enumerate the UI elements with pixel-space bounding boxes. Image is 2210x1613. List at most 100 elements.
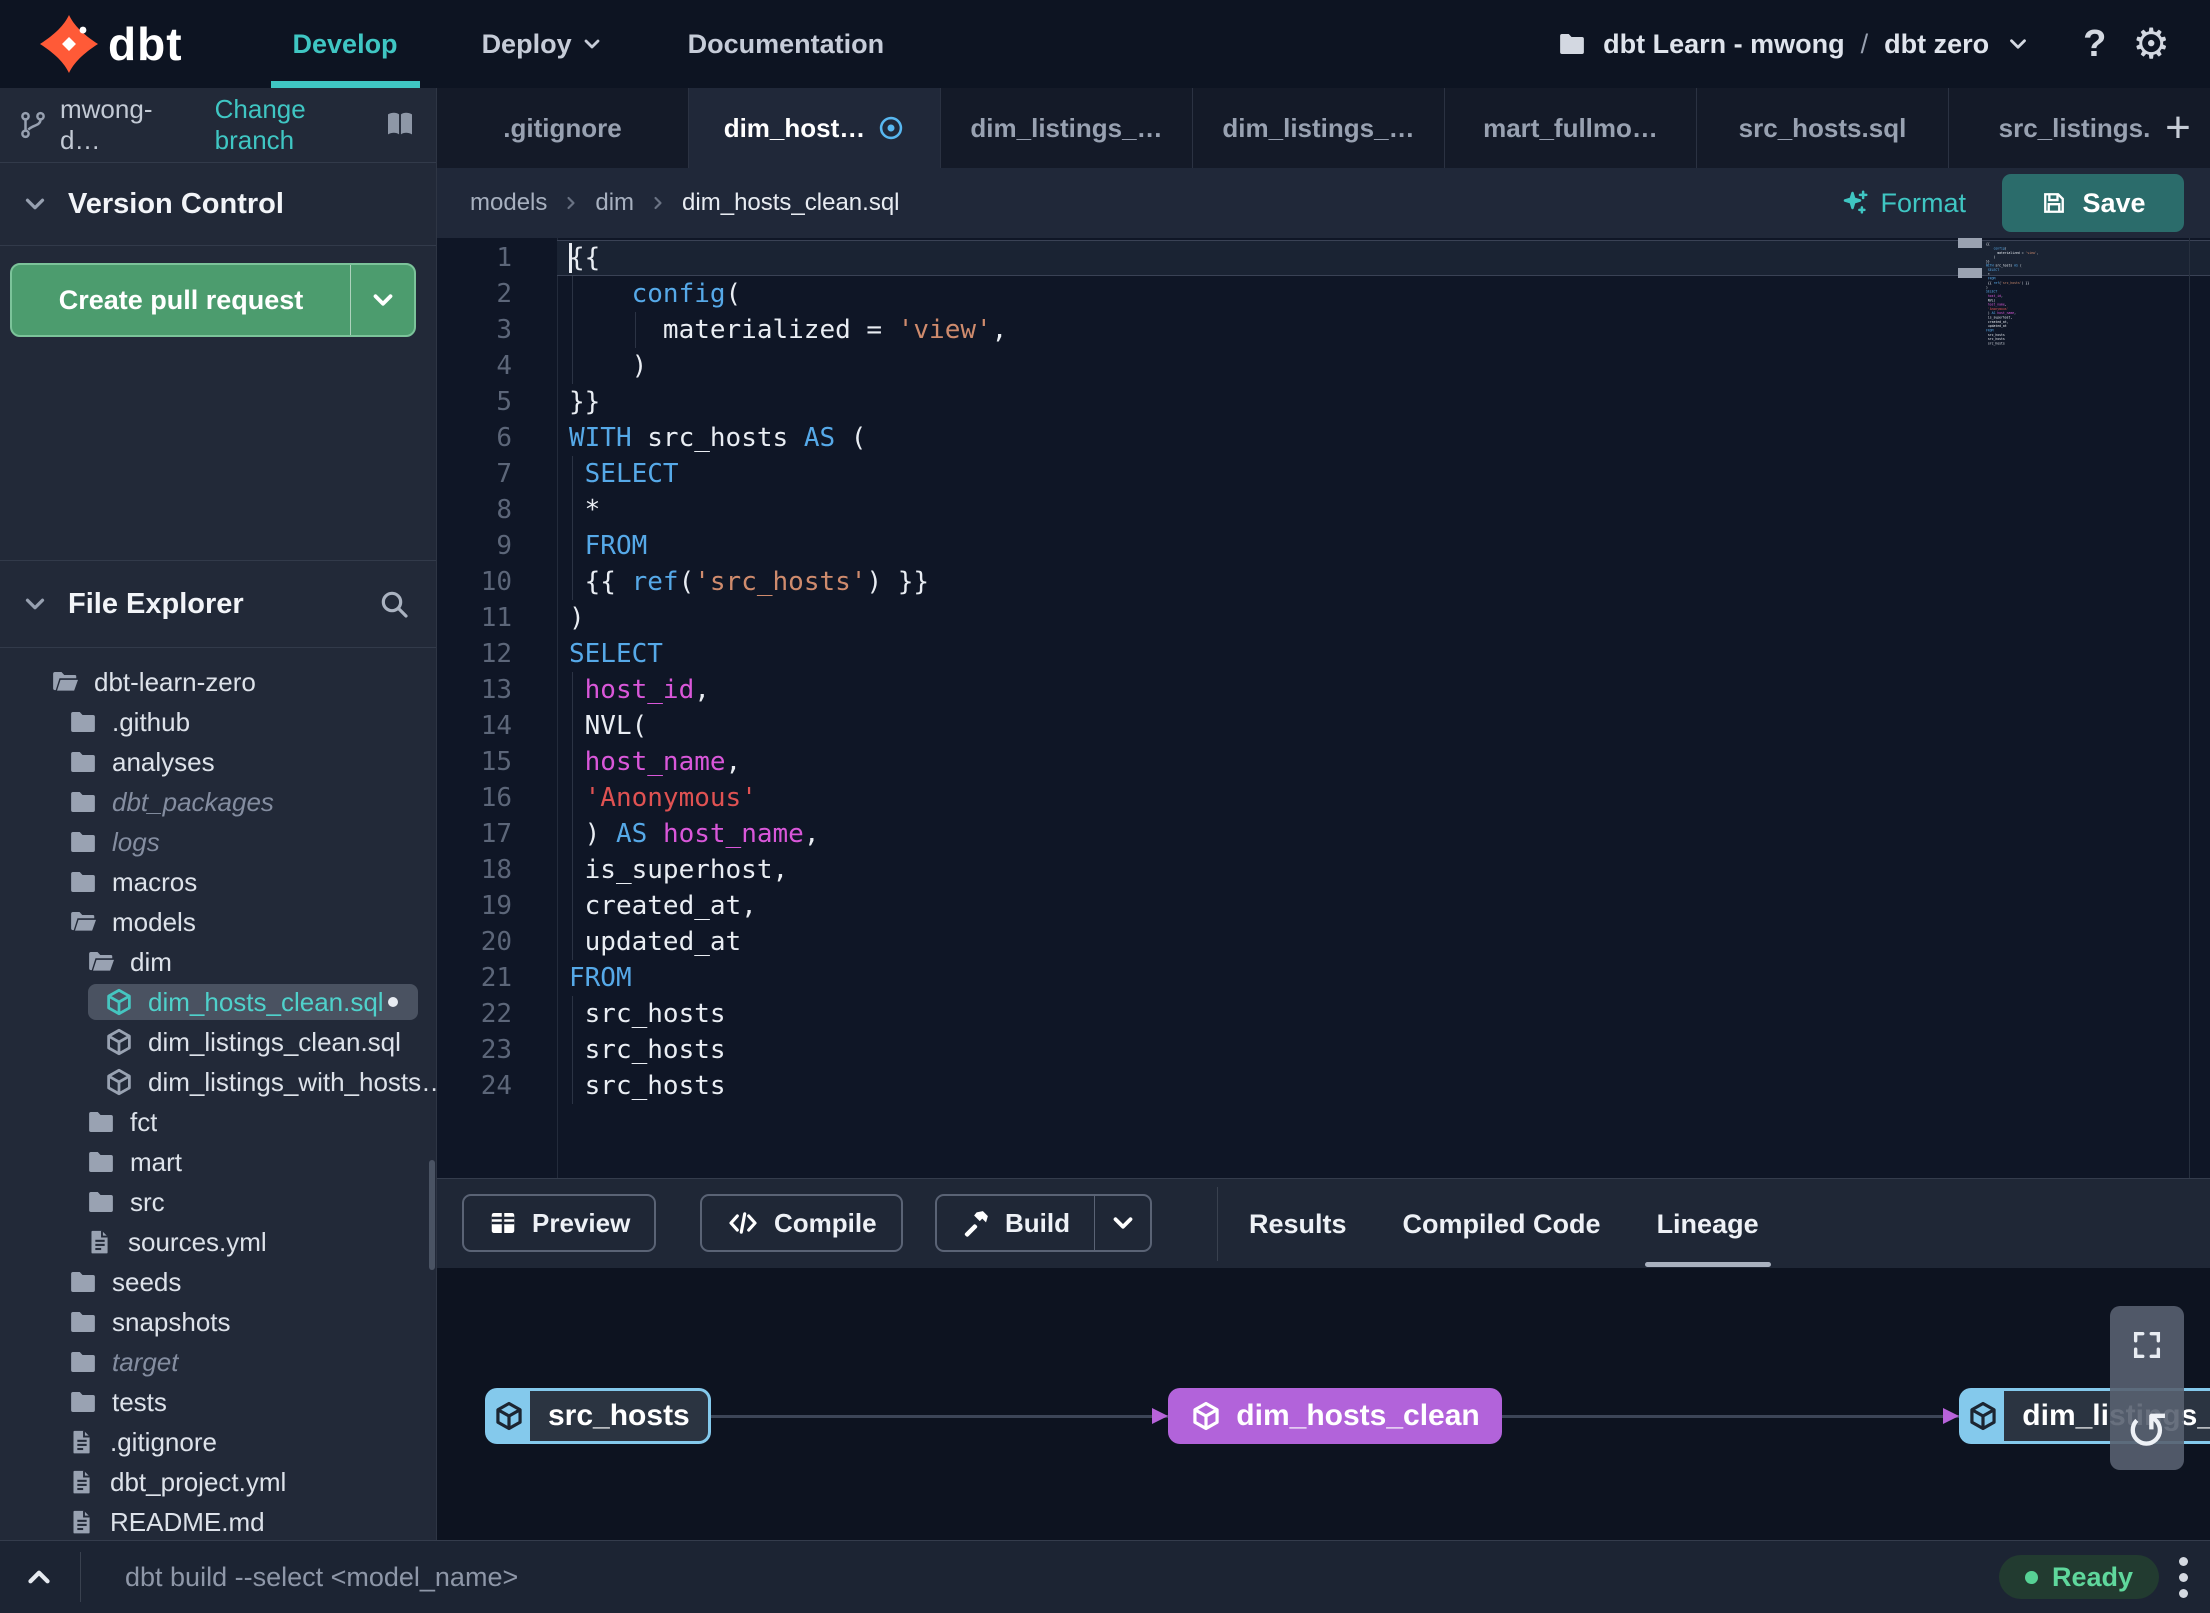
code-line-20[interactable]: 20 updated_at — [437, 924, 2210, 960]
tree-item-dbt-packages[interactable]: dbt_packages — [0, 782, 436, 822]
lineage-node-label: dim_hosts_clean — [1236, 1399, 1480, 1432]
breadcrumb-item[interactable]: models — [470, 189, 547, 217]
top-navbar: dbt Develop Deploy Documentation dbt Learn… — [0, 0, 2210, 88]
preview-button[interactable]: Preview — [462, 1194, 657, 1252]
format-button[interactable]: Format — [1840, 188, 1966, 219]
code-line-1[interactable]: 1{{ — [437, 240, 2210, 276]
code-editor[interactable]: 1{{2 config(3 materialized = 'view', 4 ) 5… — [437, 238, 2210, 1178]
code-line-12[interactable]: 12 SELECT — [437, 636, 2210, 672]
tree-item-dim-listings-clean-sql[interactable]: dim_listings_clean.sql — [0, 1022, 436, 1062]
tree-item--gitignore[interactable]: .gitignore — [0, 1422, 436, 1462]
code-line-6[interactable]: 6 WITH src_hosts AS ( — [437, 420, 2210, 456]
code-line-7[interactable]: 7 SELECT — [437, 456, 2210, 492]
fullscreen-icon[interactable] — [2130, 1328, 2164, 1362]
lineage-node-label: src_hosts — [530, 1391, 708, 1441]
build-button[interactable]: Build — [935, 1194, 1152, 1252]
file-explorer-header[interactable]: File Explorer — [0, 561, 436, 647]
project-selector[interactable]: dbt Learn - mwong / dbt zero — [1557, 29, 2031, 60]
expand-panel-icon[interactable] — [22, 1560, 56, 1594]
code-line-2[interactable]: 2 config( — [437, 276, 2210, 312]
tree-item-dbt-learn-zero[interactable]: dbt-learn-zero — [0, 662, 436, 702]
tab-dim-listings-[interactable]: dim_listings_… — [1193, 88, 1445, 168]
code-line-19[interactable]: 19 created_at, — [437, 888, 2210, 924]
code-line-23[interactable]: 23 src_hosts — [437, 1032, 2210, 1068]
compile-button[interactable]: Compile — [700, 1194, 903, 1252]
search-icon[interactable] — [378, 588, 410, 620]
code-line-4[interactable]: 4 ) — [437, 348, 2210, 384]
tree-item-dim[interactable]: dim — [0, 942, 436, 982]
breadcrumb-item[interactable]: dim_hosts_clean.sql — [682, 189, 899, 217]
tree-item-dbt-project-yml[interactable]: dbt_project.yml — [0, 1462, 436, 1502]
tab-dim-listings-[interactable]: dim_listings_… — [941, 88, 1193, 168]
tree-item-logs[interactable]: logs — [0, 822, 436, 862]
folder-icon — [68, 787, 98, 817]
panel-tab-results[interactable]: Results — [1249, 1179, 1347, 1269]
tree-item-target[interactable]: target — [0, 1342, 436, 1382]
pr-dropdown-toggle[interactable] — [350, 265, 414, 335]
docs-book-icon[interactable] — [384, 109, 416, 141]
tree-item-src[interactable]: src — [0, 1182, 436, 1222]
code-line-16[interactable]: 16 'Anonymous' — [437, 780, 2210, 816]
code-line-14[interactable]: 14 NVL( — [437, 708, 2210, 744]
code-line-9[interactable]: 9 FROM — [437, 528, 2210, 564]
tree-item--github[interactable]: .github — [0, 702, 436, 742]
tab--gitignore[interactable]: .gitignore — [437, 88, 689, 168]
code-icon — [726, 1206, 760, 1240]
tree-item-tests[interactable]: tests — [0, 1382, 436, 1422]
tab-src-hosts-sql[interactable]: src_hosts.sql — [1697, 88, 1949, 168]
editor-scrollbar-track[interactable] — [2189, 238, 2190, 1178]
code-line-5[interactable]: 5}} — [437, 384, 2210, 420]
nav-deploy[interactable]: Deploy — [482, 0, 604, 88]
code-line-17[interactable]: 17 ) AS host_name, — [437, 816, 2210, 852]
help-icon[interactable]: ? — [2083, 23, 2106, 66]
change-branch-link[interactable]: Change branch — [215, 94, 384, 156]
minimap[interactable]: {{ config( materialized = 'view', )}} WIT… — [1986, 242, 2210, 346]
tree-item-sources-yml[interactable]: sources.yml — [0, 1222, 436, 1262]
code-line-11[interactable]: 11) — [437, 600, 2210, 636]
sidebar: mwong-d… Change branch Version Control C… — [0, 88, 437, 1540]
panel-tab-lineage[interactable]: Lineage — [1644, 1179, 1771, 1269]
code-line-10[interactable]: 10 {{ ref('src_hosts') }} — [437, 564, 2210, 600]
line-content: WITH src_hosts AS ( — [569, 423, 867, 453]
tree-item-analyses[interactable]: analyses — [0, 742, 436, 782]
tree-item-fct[interactable]: fct — [0, 1102, 436, 1142]
code-line-8[interactable]: 8 * — [437, 492, 2210, 528]
tree-item-snapshots[interactable]: snapshots — [0, 1302, 436, 1342]
save-button[interactable]: Save — [2002, 174, 2184, 232]
build-dropdown-toggle[interactable] — [1094, 1196, 1150, 1250]
command-input[interactable]: dbt build --select <model_name> — [125, 1562, 518, 1593]
tree-item-dim-listings-with-hosts-[interactable]: dim_listings_with_hosts… — [0, 1062, 436, 1102]
tree-item-models[interactable]: models — [0, 902, 436, 942]
version-control-header[interactable]: Version Control — [0, 163, 436, 245]
gear-icon[interactable]: ⚙ — [2132, 23, 2170, 65]
breadcrumb-item[interactable]: dim — [595, 189, 634, 217]
code-line-15[interactable]: 15 host_name, — [437, 744, 2210, 780]
line-number: 17 — [480, 819, 512, 849]
nav-documentation[interactable]: Documentation — [688, 0, 885, 88]
code-line-18[interactable]: 18 is_superhost, — [437, 852, 2210, 888]
tree-item-dim-hosts-clean-sql[interactable]: dim_hosts_clean.sql — [0, 982, 436, 1022]
refresh-icon[interactable]: ↺ — [2125, 1402, 2169, 1462]
lineage-node-dim-hosts-clean[interactable]: dim_hosts_clean — [1168, 1388, 1502, 1444]
tree-item-readme-md[interactable]: README.md — [0, 1502, 436, 1542]
code-line-21[interactable]: 21 FROM — [437, 960, 2210, 996]
code-line-24[interactable]: 24 src_hosts — [437, 1068, 2210, 1104]
create-pull-request-button[interactable]: Create pull request — [10, 263, 416, 337]
tree-item-macros[interactable]: macros — [0, 862, 436, 902]
breadcrumb-chevron-icon — [567, 196, 575, 210]
line-content: src_hosts — [557, 1032, 2210, 1068]
code-line-3[interactable]: 3 materialized = 'view', — [437, 312, 2210, 348]
tree-item-seeds[interactable]: seeds — [0, 1262, 436, 1302]
tab-dim-host-[interactable]: dim_host… — [689, 88, 941, 168]
code-line-13[interactable]: 13 host_id, — [437, 672, 2210, 708]
lineage-node-src-hosts[interactable]: src_hosts — [485, 1388, 711, 1444]
nav-develop[interactable]: Develop — [270, 0, 420, 88]
dbt-logo[interactable]: dbt — [40, 15, 183, 73]
add-tab-button[interactable]: + — [2154, 88, 2202, 168]
sidebar-scrollbar[interactable] — [429, 1160, 435, 1270]
kebab-menu-icon[interactable] — [2179, 1556, 2188, 1598]
code-line-22[interactable]: 22 src_hosts — [437, 996, 2210, 1032]
tree-item-mart[interactable]: mart — [0, 1142, 436, 1182]
panel-tab-compiled-code[interactable]: Compiled Code — [1403, 1179, 1601, 1269]
tab-mart-fullmo-[interactable]: mart_fullmo… — [1445, 88, 1697, 168]
